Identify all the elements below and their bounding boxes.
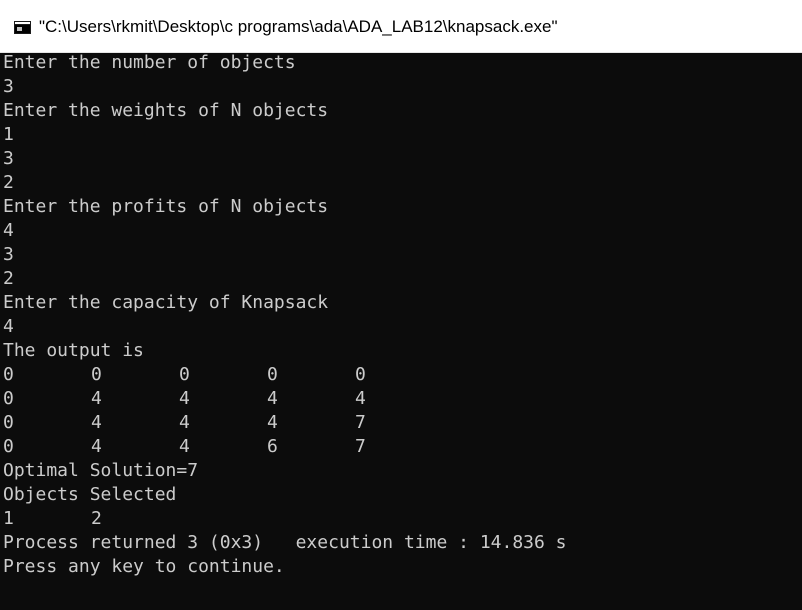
input-profit: 4 bbox=[3, 220, 14, 241]
input-profit: 2 bbox=[3, 268, 14, 289]
input-weight: 1 bbox=[3, 124, 14, 145]
table-cell: 4 bbox=[179, 388, 190, 409]
input-weight: 3 bbox=[3, 148, 14, 169]
table-cell: 6 bbox=[267, 436, 278, 457]
table-cell: 4 bbox=[91, 412, 102, 433]
objects-selected-label: Objects Selected bbox=[3, 484, 177, 505]
table-row: 0 4 4 4 7 bbox=[3, 411, 799, 435]
prompt-weights: Enter the weights of N objects bbox=[3, 100, 329, 121]
table-cell: 0 bbox=[3, 388, 14, 409]
process-returned: Process returned 3 (0x3) execution time … bbox=[3, 532, 567, 553]
prompt-number-of-objects: Enter the number of objects bbox=[3, 52, 296, 73]
prompt-capacity: Enter the capacity of Knapsack bbox=[3, 292, 329, 313]
table-cell: 0 bbox=[3, 412, 14, 433]
optimal-solution: Optimal Solution=7 bbox=[3, 460, 199, 481]
input-profit: 3 bbox=[3, 244, 14, 265]
table-cell: 7 bbox=[355, 412, 366, 433]
input-capacity: 4 bbox=[3, 316, 14, 337]
console-window: "C:\Users\rkmit\Desktop\c programs\ada\A… bbox=[0, 0, 802, 610]
prompt-profits: Enter the profits of N objects bbox=[3, 196, 329, 217]
window-title: "C:\Users\rkmit\Desktop\c programs\ada\A… bbox=[39, 17, 558, 36]
selected-object: 2 bbox=[91, 508, 102, 529]
table-cell: 4 bbox=[355, 388, 366, 409]
input-weight: 2 bbox=[3, 172, 14, 193]
press-any-key: Press any key to continue. bbox=[3, 556, 285, 577]
table-cell: 0 bbox=[355, 364, 366, 385]
table-cell: 4 bbox=[179, 412, 190, 433]
selected-object: 1 bbox=[3, 508, 14, 529]
input-number-of-objects: 3 bbox=[3, 76, 14, 97]
table-row: 0 4 4 4 4 bbox=[3, 387, 799, 411]
console-app-icon bbox=[14, 21, 31, 34]
table-cell: 4 bbox=[179, 436, 190, 457]
table-cell: 0 bbox=[91, 364, 102, 385]
output-header: The output is bbox=[3, 340, 144, 361]
table-cell: 4 bbox=[91, 388, 102, 409]
table-cell: 0 bbox=[267, 364, 278, 385]
table-cell: 0 bbox=[3, 436, 14, 457]
title-bar[interactable]: "C:\Users\rkmit\Desktop\c programs\ada\A… bbox=[0, 0, 802, 53]
table-row: 0 4 4 6 7 bbox=[3, 435, 799, 459]
console-output[interactable]: Enter the number of objects 3 Enter the … bbox=[3, 51, 799, 610]
table-cell: 4 bbox=[267, 412, 278, 433]
table-cell: 0 bbox=[3, 364, 14, 385]
table-cell: 0 bbox=[179, 364, 190, 385]
objects-selected-row: 12 bbox=[3, 507, 799, 531]
table-cell: 7 bbox=[355, 436, 366, 457]
table-cell: 4 bbox=[91, 436, 102, 457]
table-cell: 4 bbox=[267, 388, 278, 409]
table-row: 0 0 0 0 0 bbox=[3, 363, 799, 387]
